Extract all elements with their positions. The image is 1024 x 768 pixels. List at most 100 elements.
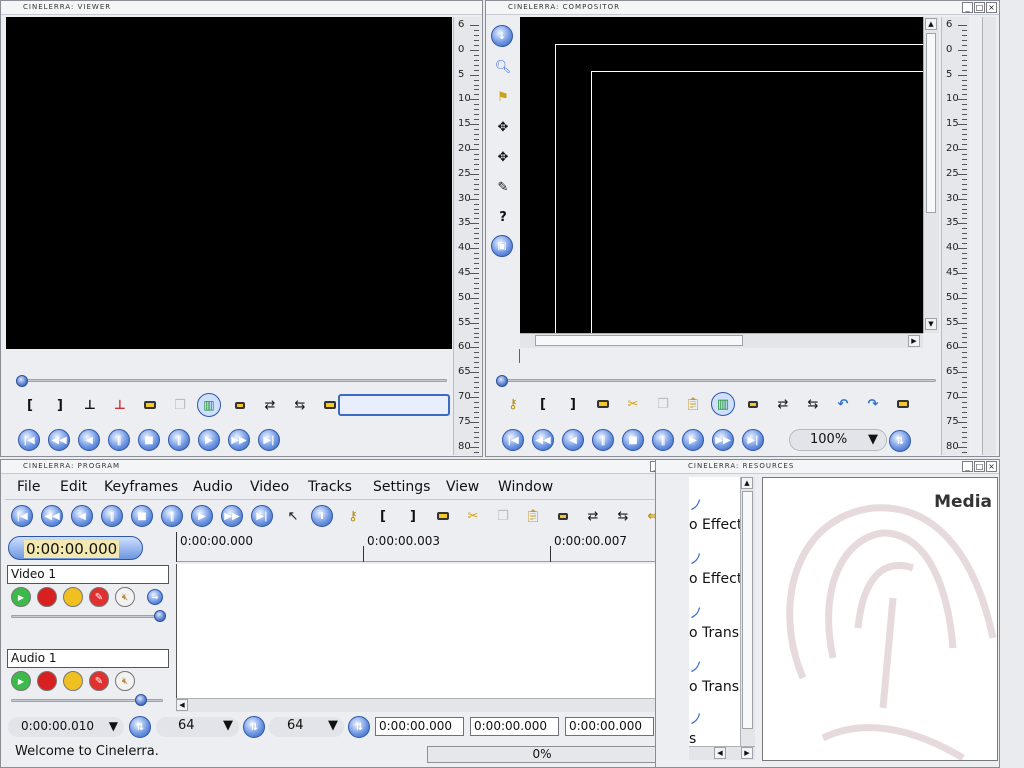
viewer-play-icon[interactable]: ▶ [198, 429, 220, 451]
video-fade-slider[interactable] [11, 615, 163, 618]
undo-icon[interactable]: ↶ [831, 392, 855, 416]
to-clip-icon[interactable] [431, 504, 455, 528]
label-button[interactable] [228, 393, 252, 417]
safe-region-icon[interactable]: ▣ [491, 235, 513, 257]
next-label-button[interactable]: ⇆ [288, 393, 312, 417]
menu-edit[interactable]: Edit [60, 479, 87, 495]
compositor-position-slider[interactable] [498, 379, 936, 382]
viewer-fast-reverse-icon[interactable]: ◀◀ [48, 429, 70, 451]
comp-play-icon[interactable]: ▶ [682, 429, 704, 451]
viewer-fader[interactable] [338, 394, 450, 416]
comp-frame-back-icon[interactable]: ‖ [592, 429, 614, 451]
menu-audio[interactable]: Audio [193, 479, 233, 495]
next-label-icon[interactable]: ⇆ [611, 504, 635, 528]
cut-icon[interactable]: ✂ [621, 392, 645, 416]
resources-titlebar[interactable]: CINELERRA: RESOURCES _ □ × [656, 460, 999, 474]
maximize-button[interactable]: □ [974, 461, 985, 472]
dropdown-icon[interactable]: ▼ [328, 717, 338, 735]
folder-hscroll[interactable]: ◀ ▶ [689, 746, 755, 760]
keyframe-icon[interactable]: ⚷ [341, 504, 365, 528]
viewer-reverse-icon[interactable]: ◀ [78, 429, 100, 451]
prog-frame-forward-icon[interactable]: ‖ [161, 505, 183, 527]
folder-item[interactable]: ノs [689, 712, 703, 746]
comp-rewind-icon[interactable]: |◀ [502, 429, 524, 451]
amp-zoom-toggle-icon[interactable]: ⇅ [348, 716, 370, 738]
record-track-icon[interactable] [37, 671, 57, 691]
menu-tracks[interactable]: Tracks [308, 479, 352, 495]
gang-track-icon[interactable] [63, 671, 83, 691]
in-point-icon[interactable]: [ [531, 392, 555, 416]
prev-label-icon[interactable]: ⇄ [581, 504, 605, 528]
label-icon[interactable] [551, 504, 575, 528]
compositor-position-knob[interactable] [496, 375, 508, 387]
viewer-end-icon[interactable]: ▶| [258, 429, 280, 451]
draw-track-icon[interactable]: ✎ [89, 587, 109, 607]
viewer-stop-icon[interactable]: ■ [138, 429, 160, 451]
comp-frame-forward-icon[interactable]: ‖ [652, 429, 674, 451]
compositor-meter-scroll[interactable] [982, 17, 996, 455]
compositor-titlebar[interactable]: CINELERRA: COMPOSITOR _ □ × [486, 1, 999, 15]
cut-icon[interactable]: ✂ [461, 504, 485, 528]
zoom-select[interactable]: 100% ▼ [789, 429, 887, 451]
prev-label-button[interactable]: ⇄ [258, 393, 282, 417]
menu-view[interactable]: View [446, 479, 479, 495]
meters-button[interactable]: ▥ [197, 393, 221, 417]
audio-fade-knob[interactable] [135, 694, 147, 706]
viewer-titlebar[interactable]: CINELERRA: VIEWER [1, 1, 482, 15]
mask-icon[interactable]: ⚑ [491, 85, 515, 109]
copy-icon[interactable]: ❐ [491, 504, 515, 528]
prog-stop-icon[interactable]: ■ [131, 505, 153, 527]
comp-stop-icon[interactable]: ■ [622, 429, 644, 451]
track-label-audio[interactable]: Audio 1 [7, 649, 169, 668]
asset-pane[interactable]: Media [762, 477, 998, 761]
comp-fast-forward-icon[interactable]: ▶▶ [712, 429, 734, 451]
prog-frame-back-icon[interactable]: ‖ [101, 505, 123, 527]
compositor-canvas[interactable] [520, 17, 923, 333]
redo-icon[interactable]: ↷ [861, 392, 885, 416]
to-clip-icon[interactable] [591, 392, 615, 416]
minimize-button[interactable]: _ [962, 2, 973, 13]
timebar[interactable]: 0:00:00.000 0:00:00.003 0:00:00.007 [176, 532, 686, 562]
hscroll-thumb[interactable] [535, 335, 743, 346]
scroll-right-arrow[interactable]: ▶ [908, 335, 920, 347]
amp-zoom-select[interactable]: 64 ▼ [269, 717, 344, 737]
in-point-icon[interactable]: [ [371, 504, 395, 528]
selection-length-field[interactable]: 0:00:00.000 [470, 717, 559, 736]
record-track-icon[interactable] [37, 587, 57, 607]
track-label-video[interactable]: Video 1 [7, 565, 169, 584]
zoom-dropdown-icon[interactable]: ▼ [868, 430, 878, 450]
track-canvas[interactable] [176, 564, 670, 698]
prog-rewind-icon[interactable]: |◀ [11, 505, 33, 527]
to-clip-button[interactable] [138, 393, 162, 417]
ibeam-tool-icon[interactable]: I [311, 505, 333, 527]
viewer-canvas[interactable] [6, 17, 452, 349]
out-point-icon[interactable]: ] [561, 392, 585, 416]
viewer-frame-forward-icon[interactable]: ‖ [168, 429, 190, 451]
zoom-icon[interactable]: 🔍︎ [491, 55, 515, 79]
minimize-button[interactable]: _ [962, 461, 973, 472]
selection-end-field[interactable]: 0:00:00.000 [565, 717, 654, 736]
compositor-vscroll[interactable]: ▲ ▼ [923, 17, 939, 333]
projector-icon[interactable]: ✥ [491, 145, 515, 169]
maximize-button[interactable]: □ [974, 2, 985, 13]
menu-file[interactable]: File [17, 479, 40, 495]
zoom-time-toggle-icon[interactable]: ⇅ [129, 716, 151, 738]
close-button[interactable]: × [986, 2, 997, 13]
scroll-up-arrow[interactable]: ▲ [925, 18, 937, 30]
viewer-position-slider[interactable] [17, 379, 447, 382]
prog-fast-reverse-icon[interactable]: ◀◀ [41, 505, 63, 527]
camera-icon[interactable]: ✥ [491, 115, 515, 139]
protect-icon[interactable]: ↓ [491, 25, 513, 47]
scroll-right-arrow[interactable]: ▶ [741, 747, 753, 759]
video-fade-knob[interactable] [154, 610, 166, 622]
prog-end-icon[interactable]: ▶| [251, 505, 273, 527]
folder-list[interactable]: ノo Effect: ノo Effect: ノo Trans ノo Trans … [689, 477, 740, 746]
comp-reverse-icon[interactable]: ◀ [562, 429, 584, 451]
close-button[interactable]: × [986, 461, 997, 472]
scroll-left-arrow[interactable]: ◀ [176, 699, 188, 711]
crop-icon[interactable]: ✎ [491, 175, 515, 199]
draw-track-icon[interactable]: ✎ [89, 671, 109, 691]
meters-icon[interactable]: ▥ [711, 392, 735, 416]
arrow-tool-icon[interactable]: ↖ [281, 504, 305, 528]
keyframe-icon[interactable]: ⚷ [501, 392, 525, 416]
